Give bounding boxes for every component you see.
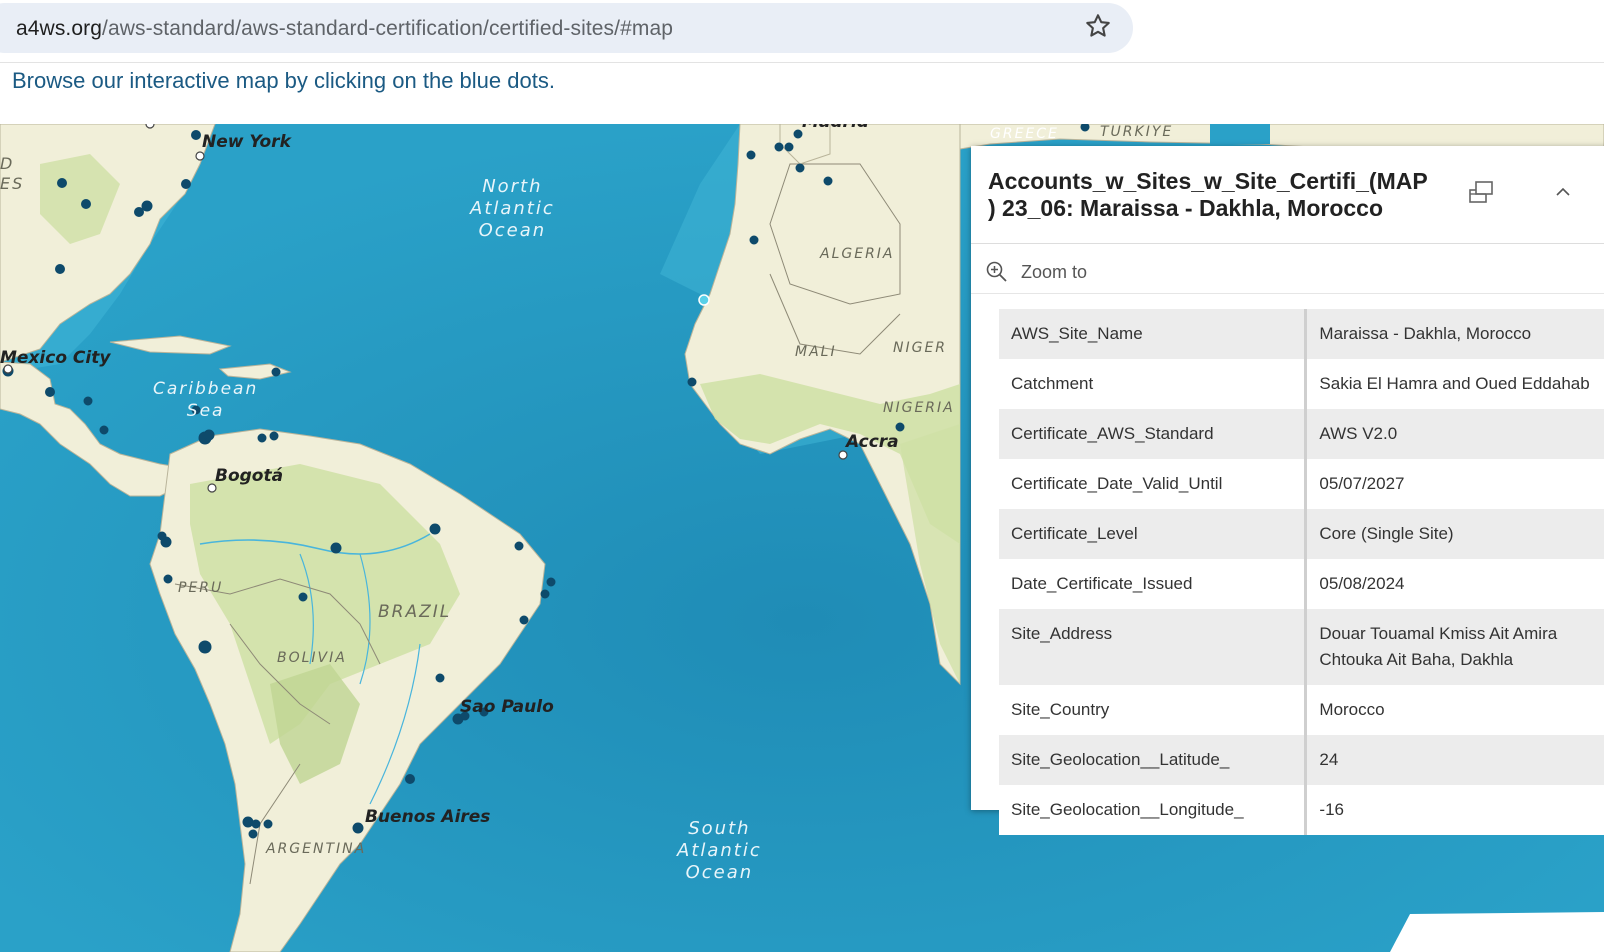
- attribute-row: Certificate_AWS_Standard AWS V2.0: [999, 409, 1604, 459]
- ocean-label-line: Ocean: [478, 220, 547, 241]
- url-domain: a4ws.org: [16, 17, 103, 40]
- country-label-brazil: BRAZIL: [378, 602, 452, 622]
- map-edge-label: ES: [0, 174, 25, 193]
- city-label-buenos-aires: Buenos Aires: [365, 807, 491, 827]
- attribute-value: 24: [1305, 735, 1604, 785]
- browser-toolbar: a4ws.org/aws-standard/aws-standard-certi…: [0, 0, 1604, 63]
- attribute-value: 05/08/2024: [1305, 559, 1604, 609]
- map-edge-label: D: [0, 154, 15, 173]
- feature-popup: Accounts_w_Sites_w_Site_Certifi_(MAP ) 2…: [971, 146, 1604, 835]
- attribute-row: Date_Certificate_Issued 05/08/2024: [999, 559, 1604, 609]
- city-label-madrid: Madrid: [802, 124, 869, 132]
- popup-zoom-divider: [971, 293, 1604, 294]
- zoom-to-button[interactable]: Zoom to: [985, 256, 1087, 288]
- attribute-value: Sakia El Hamra and Oued Eddahab: [1305, 359, 1604, 409]
- attribute-value: Core (Single Site): [1305, 509, 1604, 559]
- ocean-label-line: Ocean: [685, 862, 754, 883]
- ocean-label-line: South: [688, 818, 751, 839]
- url-path: /aws-standard/aws-standard-certification…: [102, 17, 674, 40]
- ocean-label-line: Atlantic: [470, 198, 555, 219]
- attribute-value: Morocco: [1305, 685, 1604, 735]
- popup-title: Accounts_w_Sites_w_Site_Certifi_(MAP ) 2…: [988, 168, 1428, 221]
- city-label-mexico-city: Mexico City: [0, 348, 111, 368]
- country-label-peru: PERU: [178, 580, 224, 596]
- attribute-value: Douar Touamal Kmiss Ait Amira Chtouka Ai…: [1305, 609, 1604, 685]
- attribute-key: Site_Country: [999, 685, 1308, 735]
- attribute-value: Maraissa - Dakhla, Morocco: [1305, 309, 1604, 359]
- country-label-algeria: ALGERIA: [820, 246, 895, 262]
- city-label-accra: Accra: [846, 432, 899, 452]
- attribute-value: 05/07/2027: [1305, 459, 1604, 509]
- attribute-key: Certificate_Date_Valid_Until: [999, 459, 1308, 509]
- city-label-sao-paulo: Sao Paulo: [460, 697, 554, 717]
- country-label-bolivia: BOLIVIA: [277, 650, 347, 666]
- attribute-table: AWS_Site_Name Maraissa - Dakhla, Morocco C…: [999, 309, 1604, 835]
- attribute-row: Site_Country Morocco: [999, 685, 1604, 735]
- attribute-value: -16: [1305, 785, 1604, 835]
- country-label-mali: MALI: [795, 344, 837, 360]
- ocean-label-line: Atlantic: [677, 840, 762, 861]
- attribute-key: Site_Geolocation__Latitude_: [999, 735, 1308, 785]
- attribute-key: Certificate_AWS_Standard: [999, 409, 1308, 459]
- city-label-new-york: New York: [202, 132, 291, 152]
- ocean-label-line: North: [482, 176, 543, 197]
- country-label-niger: NIGER: [893, 340, 948, 356]
- bookmark-star-icon[interactable]: [1084, 12, 1112, 40]
- zoom-to-label: Zoom to: [1021, 261, 1088, 282]
- popup-header-divider: [971, 243, 1604, 244]
- country-label-turkiye: TÜRKIYE: [1100, 124, 1174, 140]
- intro-text: Browse our interactive map by clicking o…: [12, 68, 555, 93]
- city-label-bogota: Bogotá: [215, 466, 284, 486]
- country-label-argentina: ARGENTINA: [266, 841, 367, 857]
- attribute-row: Site_Geolocation__Longitude_ -16: [999, 785, 1604, 835]
- attribute-row: AWS_Site_Name Maraissa - Dakhla, Morocco: [999, 309, 1604, 359]
- attribute-row: Site_Address Douar Touamal Kmiss Ait Amir…: [999, 609, 1604, 685]
- attribute-key: Certificate_Level: [999, 509, 1308, 559]
- chevron-up-icon[interactable]: [1547, 176, 1579, 208]
- dock-icon[interactable]: [1465, 176, 1497, 208]
- attribute-row: Catchment Sakia El Hamra and Oued Eddahab: [999, 359, 1604, 409]
- country-label-greece: GREECE: [990, 126, 1059, 142]
- attribute-key: AWS_Site_Name: [999, 309, 1308, 359]
- attribute-key: Date_Certificate_Issued: [999, 559, 1308, 609]
- attribute-row: Site_Geolocation__Latitude_ 24: [999, 735, 1604, 785]
- ocean-label-north-atlantic: North Atlantic Ocean: [470, 176, 555, 242]
- country-label-nigeria: NIGERIA: [883, 400, 955, 416]
- attribute-row: Certificate_Level Core (Single Site): [999, 509, 1604, 559]
- zoom-in-icon: [986, 261, 1007, 282]
- attribute-row: Certificate_Date_Valid_Until 05/07/2027: [999, 459, 1604, 509]
- address-bar[interactable]: a4ws.org/aws-standard/aws-standard-certi…: [0, 3, 1133, 53]
- attribute-value: AWS V2.0: [1305, 409, 1604, 459]
- attribute-key: Site_Geolocation__Longitude_: [999, 785, 1308, 835]
- attribute-key: Site_Address: [999, 609, 1308, 685]
- ocean-label-south-atlantic: South Atlantic Ocean: [677, 818, 762, 884]
- attribute-key: Catchment: [999, 359, 1308, 409]
- ocean-label-caribbean: Caribbean Sea: [153, 378, 258, 422]
- ocean-label-line: Caribbean: [153, 379, 259, 399]
- url-text[interactable]: a4ws.org/aws-standard/aws-standard-certi…: [16, 17, 673, 41]
- selected-site-dot: [698, 294, 710, 306]
- ocean-label-line: Sea: [186, 401, 225, 421]
